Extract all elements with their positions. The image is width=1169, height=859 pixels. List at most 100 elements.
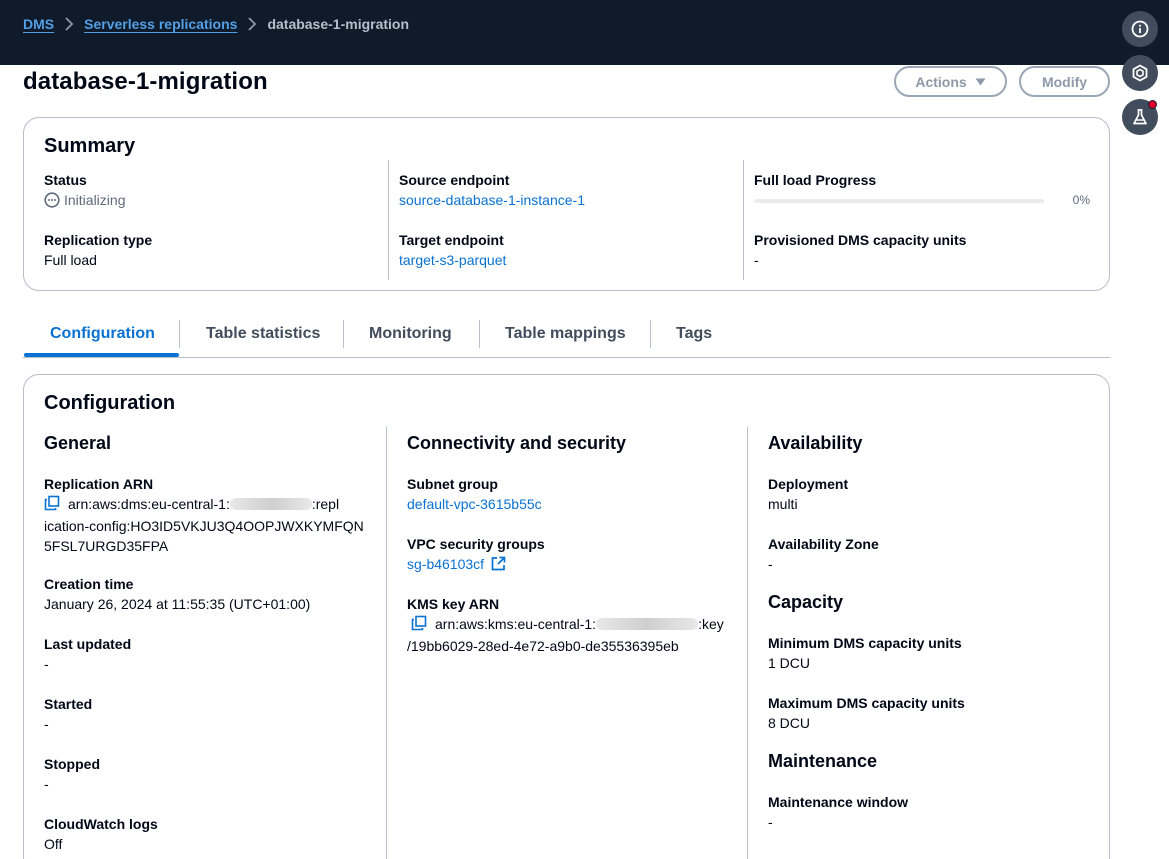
full-load-progress-bar — [754, 199, 1044, 203]
copy-icon[interactable] — [44, 495, 60, 516]
tab-table-statistics[interactable]: Table statistics — [206, 320, 320, 358]
configuration-container: Configuration General Replication ARN ar… — [23, 374, 1110, 859]
started-label: Started — [44, 696, 93, 712]
last-updated-value: - — [44, 656, 49, 672]
replication-arn-line2: ication-config:HO3ID5VKJU3Q4OOPJWXKYMFQN — [44, 518, 364, 534]
actions-button-label: Actions — [915, 73, 967, 90]
replication-arn-line3: 5FSL7URGD35FPA — [44, 538, 169, 554]
tab-monitoring[interactable]: Monitoring — [369, 320, 452, 358]
deployment-field: Deployment multi — [768, 474, 848, 514]
full-load-progress-field: Full load Progress — [754, 170, 876, 190]
maintenance-heading: Maintenance — [768, 751, 878, 771]
modify-button-label: Modify — [1041, 73, 1088, 90]
maximum-capacity-value: 8 DCU — [768, 715, 811, 731]
target-endpoint-label: Target endpoint — [399, 232, 504, 248]
stopped-label: Stopped — [44, 756, 100, 772]
target-endpoint-link[interactable]: target-s3-parquet — [399, 250, 506, 270]
breadcrumb-dms[interactable]: DMS — [23, 16, 54, 32]
source-endpoint-field: Source endpoint source-database-1-instan… — [399, 170, 585, 210]
kms-key-arn-suffix: :key — [698, 616, 724, 632]
minimum-capacity-value: 1 DCU — [768, 655, 811, 671]
tab-divider — [479, 320, 480, 348]
connectivity-heading: Connectivity and security — [407, 433, 627, 453]
replication-arn-suffix: :repl — [311, 496, 340, 512]
stopped-value: - — [44, 776, 49, 792]
redacted-account-id — [596, 618, 699, 630]
actions-dropdown-button[interactable]: Actions — [894, 66, 1007, 97]
full-load-progress-label: Full load Progress — [754, 172, 877, 188]
kms-key-arn-value: arn:aws:kms:eu-central-1: :key — [407, 614, 737, 636]
top-navigation-bar: DMS Serverless replications database-1-m… — [0, 0, 1169, 65]
capacity-heading: Capacity — [768, 592, 844, 612]
caret-down-icon — [975, 78, 986, 85]
availability-zone-label: Availability Zone — [768, 536, 879, 552]
last-updated-field: Last updated - — [44, 634, 131, 674]
chevron-right-icon — [237, 17, 267, 31]
copy-icon[interactable] — [411, 615, 427, 636]
last-updated-label: Last updated — [44, 636, 132, 652]
tab-tags[interactable]: Tags — [676, 320, 712, 358]
vpc-security-groups-field: VPC security groups sg-b46103cf — [407, 534, 545, 574]
column-divider — [386, 427, 387, 859]
general-heading: General — [44, 433, 112, 453]
summary-container: Summary Status Initializing Replication … — [23, 117, 1110, 291]
notification-dot — [1148, 100, 1157, 109]
tab-divider — [343, 320, 344, 348]
source-endpoint-link[interactable]: source-database-1-instance-1 — [399, 190, 585, 210]
replication-arn-field: Replication ARN arn:aws:dms:eu-central-1… — [44, 474, 374, 556]
status-field: Status Initializing — [44, 170, 125, 210]
vpc-security-groups-label: VPC security groups — [407, 536, 545, 552]
tab-list: Configuration Table statistics Monitorin… — [23, 320, 1110, 358]
replication-type-field: Replication type Full load — [44, 230, 152, 270]
info-button[interactable] — [1122, 11, 1158, 47]
modify-button[interactable]: Modify — [1019, 66, 1110, 97]
replication-arn-value: arn:aws:dms:eu-central-1: :repl — [44, 494, 374, 516]
summary-heading: Summary — [44, 135, 136, 157]
labs-button[interactable] — [1122, 99, 1158, 135]
cloudwatch-logs-field: CloudWatch logs Off — [44, 814, 158, 854]
breadcrumb-serverless-replications[interactable]: Serverless replications — [84, 16, 237, 32]
stopped-field: Stopped - — [44, 754, 100, 794]
maximum-capacity-label: Maximum DMS capacity units — [768, 695, 965, 711]
page-title: database-1-migration — [23, 68, 268, 95]
availability-heading: Availability — [768, 433, 863, 453]
tab-divider — [179, 320, 180, 348]
info-icon — [1131, 20, 1149, 38]
breadcrumb: DMS Serverless replications database-1-m… — [23, 16, 409, 32]
kms-key-arn-label: KMS key ARN — [407, 596, 500, 612]
status-text: Initializing — [64, 192, 126, 208]
external-link-icon — [491, 556, 506, 571]
target-endpoint-field: Target endpoint target-s3-parquet — [399, 230, 506, 270]
redacted-account-id — [229, 498, 312, 510]
replication-type-label: Replication type — [44, 232, 153, 248]
status-value: Initializing — [44, 190, 125, 210]
column-divider — [388, 160, 389, 280]
availability-zone-value: - — [768, 556, 773, 572]
kms-key-arn-field: KMS key ARN arn:aws:kms:eu-central-1: :ke… — [407, 594, 737, 656]
cloudwatch-logs-label: CloudWatch logs — [44, 816, 158, 832]
provisioned-capacity-field: Provisioned DMS capacity units - — [754, 230, 966, 270]
provisioned-capacity-label: Provisioned DMS capacity units — [754, 232, 967, 248]
maintenance-window-field: Maintenance window - — [768, 792, 908, 832]
replication-arn-prefix: arn:aws:dms:eu-central-1: — [68, 496, 230, 512]
creation-time-field: Creation time January 26, 2024 at 11:55:… — [44, 574, 310, 614]
maintenance-window-label: Maintenance window — [768, 794, 909, 810]
status-label: Status — [44, 172, 87, 188]
replication-arn-label: Replication ARN — [44, 476, 154, 492]
tab-divider — [650, 320, 651, 348]
kms-key-arn-line2: /19bb6029-28ed-4e72-a9b0-de35536395eb — [407, 638, 679, 654]
tab-table-mappings[interactable]: Table mappings — [505, 320, 626, 358]
deployment-value: multi — [768, 496, 798, 512]
subnet-group-link[interactable]: default-vpc-3615b55c — [407, 494, 542, 514]
kms-key-arn-prefix: arn:aws:kms:eu-central-1: — [435, 616, 597, 632]
maximum-capacity-field: Maximum DMS capacity units 8 DCU — [768, 693, 965, 733]
vpc-security-group-text: sg-b46103cf — [407, 556, 485, 572]
provisioned-capacity-value: - — [754, 252, 759, 268]
settings-button[interactable] — [1122, 55, 1158, 91]
minimum-capacity-field: Minimum DMS capacity units 1 DCU — [768, 633, 962, 673]
chevron-right-icon — [54, 17, 84, 31]
flask-icon — [1133, 109, 1147, 125]
configuration-heading: Configuration — [44, 392, 176, 414]
vpc-security-group-link[interactable]: sg-b46103cf — [407, 554, 545, 574]
side-utility-panel — [1122, 11, 1158, 135]
